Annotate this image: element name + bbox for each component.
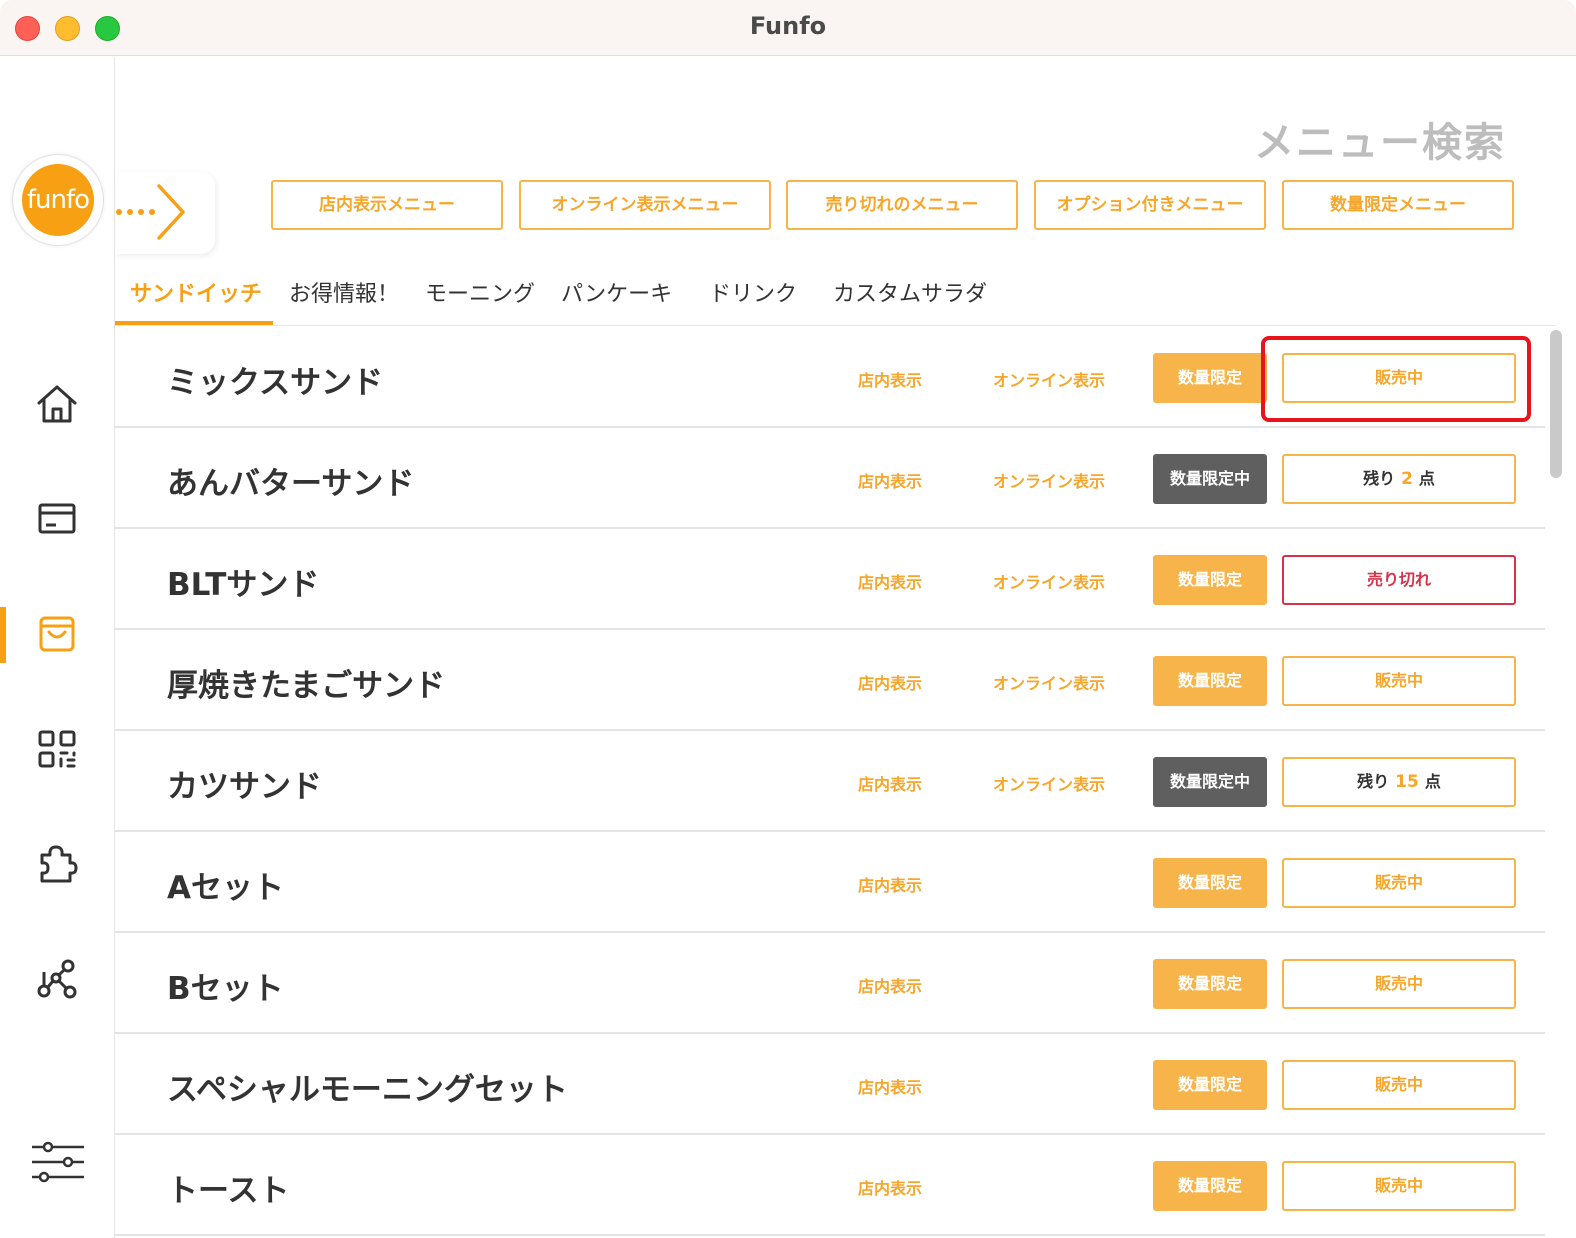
category-tabs: サンドイッチ お得情報！ モーニング パンケーキ ドリンク カスタムサラダ [115,262,1555,326]
quantity-limit-button[interactable]: 数量限定 [1153,959,1267,1009]
menu-item-name: Aセット [167,870,284,906]
page-title: メニュー検索 [1254,120,1506,166]
sliders-icon[interactable] [30,1137,86,1187]
store-display-toggle[interactable]: 店内表示 [858,1074,922,1098]
filter-online-menu-button[interactable]: オンライン表示メニュー [519,180,771,230]
table-row: スペシャルモーニングセット 店内表示 数量限定 販売中 [115,1034,1545,1135]
menu-item-name: 厚焼きたまごサンド [167,668,446,704]
active-nav-indicator [0,607,6,663]
title-bar: Funfo [0,0,1576,56]
home-icon[interactable] [32,379,82,429]
store-display-toggle[interactable]: 店内表示 [858,1175,922,1199]
store-display-toggle[interactable]: 店内表示 [858,670,922,694]
online-display-toggle[interactable]: オンライン表示 [993,670,1105,694]
store-display-toggle[interactable]: 店内表示 [858,367,922,391]
shopping-bag-icon[interactable] [32,609,82,659]
menu-item-name: スペシャルモーニングセット [167,1072,568,1108]
online-display-toggle[interactable]: オンライン表示 [993,771,1105,795]
active-tab-underline [115,321,273,325]
selling-status-button[interactable]: 販売中 [1282,1060,1516,1110]
quantity-limit-button[interactable]: 数量限定 [1153,555,1267,605]
selling-status-button[interactable]: 販売中 [1282,656,1516,706]
highlight-box [1261,336,1531,422]
menu-item-name: ミックスサンド [167,365,384,401]
table-row: Bセット 店内表示 数量限定 販売中 [115,933,1545,1034]
arrow-right-icon [116,184,185,240]
store-display-toggle[interactable]: 店内表示 [858,468,922,492]
tab-sandwich[interactable]: サンドイッチ [130,276,262,308]
funfo-logo: funfo [12,154,104,246]
online-display-toggle[interactable]: オンライン表示 [993,468,1105,492]
tab-drink[interactable]: ドリンク [709,276,797,308]
selling-status-button[interactable]: 販売中 [1282,959,1516,1009]
online-display-toggle[interactable]: オンライン表示 [993,569,1105,593]
quantity-limit-button[interactable]: 数量限定 [1153,858,1267,908]
remaining-suffix: 点 [1418,469,1435,488]
remaining-stock-field[interactable]: 残り 2 点 [1282,454,1516,504]
quantity-limit-button[interactable]: 数量限定中 [1153,757,1267,807]
store-display-toggle[interactable]: 店内表示 [858,771,922,795]
table-row: BLTサンド 店内表示 オンライン表示 数量限定 売り切れ [115,529,1545,630]
filter-store-menu-button[interactable]: 店内表示メニュー [271,180,503,230]
scrollbar[interactable] [1550,330,1562,478]
menu-item-name: トースト [167,1173,290,1209]
filter-option-menu-button[interactable]: オプション付きメニュー [1034,180,1266,230]
filter-soldout-menu-button[interactable]: 売り切れのメニュー [786,180,1018,230]
table-row: カツサンド 店内表示 オンライン表示 数量限定中 残り 15 点 [115,731,1545,832]
menu-item-name: あんバターサンド [167,466,415,502]
logo-text: funfo [22,164,94,236]
card-icon[interactable] [32,494,82,544]
selling-status-button[interactable]: 販売中 [1282,858,1516,908]
app-window: Funfo funfo メニュー検索 店内表示メニュー オンライン表示メニュー … [0,0,1576,1238]
quantity-limit-button[interactable]: 数量限定中 [1153,454,1267,504]
store-display-toggle[interactable]: 店内表示 [858,569,922,593]
puzzle-icon[interactable] [32,839,82,889]
filter-limited-menu-button[interactable]: 数量限定メニュー [1282,180,1514,230]
quantity-limit-button[interactable]: 数量限定 [1153,1060,1267,1110]
expand-menu-button[interactable] [115,172,215,254]
remaining-count: 15 [1395,772,1419,792]
quantity-limit-button[interactable]: 数量限定 [1153,656,1267,706]
remaining-stock-field[interactable]: 残り 15 点 [1282,757,1516,807]
quantity-limit-button[interactable]: 数量限定 [1153,353,1267,403]
store-display-toggle[interactable]: 店内表示 [858,973,922,997]
table-row: 厚焼きたまごサンド 店内表示 オンライン表示 数量限定 販売中 [115,630,1545,731]
menu-item-name: カツサンド [167,769,322,805]
tab-morning[interactable]: モーニング [425,276,535,308]
remaining-prefix: 残り [1357,772,1390,791]
table-row: トースト 店内表示 数量限定 販売中 [115,1135,1545,1236]
remaining-suffix: 点 [1424,772,1441,791]
menu-list: ミックスサンド 店内表示 オンライン表示 数量限定 販売中 あんバターサンド 店内表示 オンラ… [115,327,1545,1238]
network-icon[interactable] [32,954,82,1004]
online-display-toggle[interactable]: オンライン表示 [993,367,1105,391]
remaining-prefix: 残り [1363,469,1396,488]
menu-item-name: BLTサンド [167,567,320,603]
store-display-toggle[interactable]: 店内表示 [858,872,922,896]
sidebar: funfo [0,57,115,1238]
quantity-limit-button[interactable]: 数量限定 [1153,1161,1267,1211]
tab-pancake[interactable]: パンケーキ [561,276,672,308]
remaining-count: 2 [1401,469,1413,489]
tab-deals[interactable]: お得情報！ [289,276,399,308]
window-title: Funfo [749,12,827,40]
selling-status-button[interactable]: 販売中 [1282,1161,1516,1211]
tab-custom-salad[interactable]: カスタムサラダ [833,276,987,308]
soldout-status-button[interactable]: 売り切れ [1282,555,1516,605]
menu-item-name: Bセット [167,971,284,1007]
table-row: Aセット 店内表示 数量限定 販売中 [115,832,1545,933]
table-row: あんバターサンド 店内表示 オンライン表示 数量限定中 残り 2 点 [115,428,1545,529]
qr-code-icon[interactable] [32,724,82,774]
